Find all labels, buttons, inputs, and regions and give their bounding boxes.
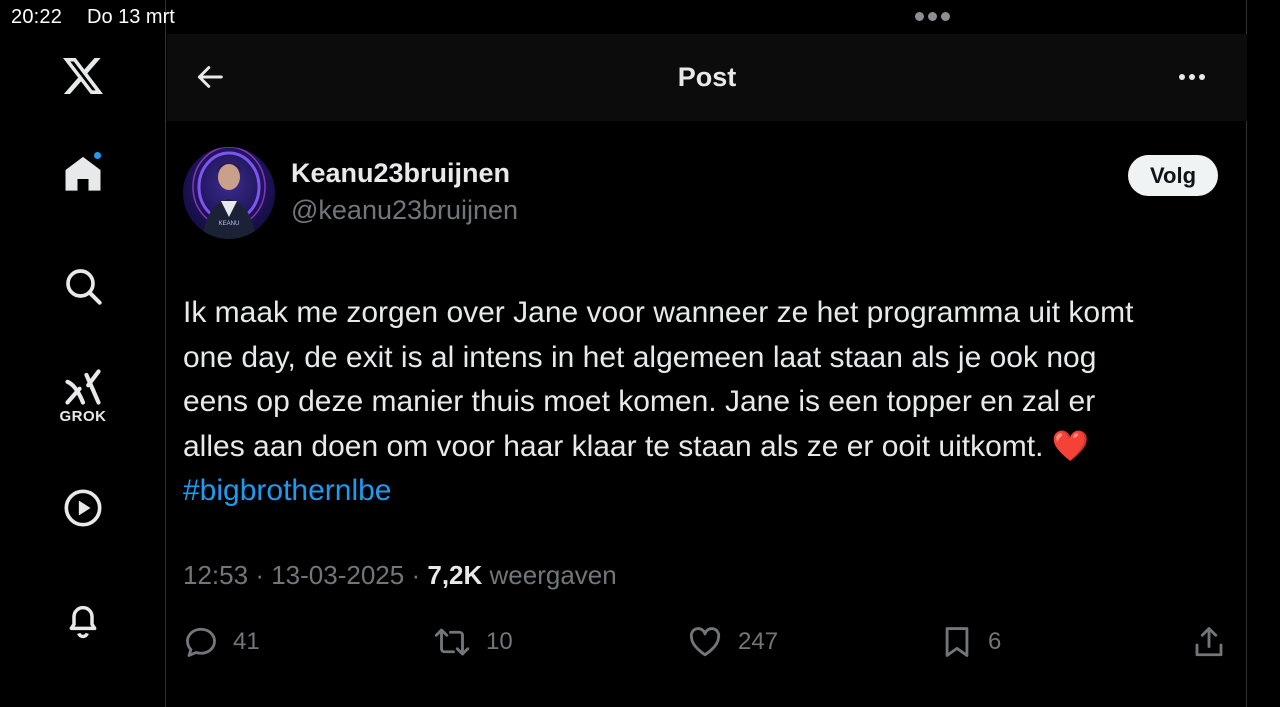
- sidebar-item-notifications[interactable]: [53, 590, 113, 650]
- post-meta: 12:53 · 13-03-2025 · 7,2K weergaven: [183, 560, 617, 591]
- heart-icon: [689, 627, 721, 657]
- page-header: Post: [167, 34, 1247, 121]
- status-time: 20:22: [11, 6, 63, 28]
- user-handle[interactable]: @keanu23bruijnen: [291, 195, 518, 226]
- post-date[interactable]: 13-03-2025: [271, 560, 404, 590]
- post-text-line: one day, de exit is al intens in het alg…: [183, 340, 1097, 374]
- post-text-line-last: alles aan doen om voor haar klaar te sta…: [183, 425, 1233, 470]
- avatar-label: KEANU: [219, 221, 240, 227]
- post-text-line-content: alles aan doen om voor haar klaar te sta…: [183, 429, 1044, 463]
- repost-count: 10: [486, 628, 513, 655]
- meta-separator: ·: [411, 560, 421, 590]
- grok-label: GROK: [59, 407, 107, 425]
- status-bar: 20:22 Do 13 mrt: [0, 0, 1280, 34]
- share-button[interactable]: [1191, 618, 1227, 666]
- sidebar-item-grok[interactable]: GROK: [53, 366, 113, 426]
- hashtag-link[interactable]: #bigbrothernlbe: [183, 469, 1233, 514]
- like-button[interactable]: 247: [686, 618, 778, 666]
- x-logo-icon[interactable]: [53, 46, 113, 106]
- bookmark-icon: [945, 627, 969, 657]
- sidebar-item-video[interactable]: [53, 478, 113, 538]
- heart-emoji: ❤️: [1051, 429, 1090, 463]
- sidebar-item-home[interactable]: [53, 144, 113, 204]
- reply-icon: [186, 627, 216, 657]
- more-options-icon[interactable]: [1170, 56, 1214, 98]
- notification-dot: [92, 150, 103, 161]
- grok-icon: [65, 368, 101, 405]
- multitasking-dots-icon[interactable]: [915, 12, 950, 21]
- avatar[interactable]: KEANU: [183, 147, 275, 239]
- display-name[interactable]: Keanu23bruijnen: [291, 158, 510, 189]
- status-date: Do 13 mrt: [87, 6, 175, 28]
- repost-icon: [434, 628, 470, 656]
- play-icon: [64, 489, 102, 527]
- views-label: weergaven: [489, 560, 617, 590]
- bookmark-button[interactable]: 6: [940, 618, 1001, 666]
- reply-count: 41: [233, 628, 260, 655]
- like-count: 247: [738, 628, 779, 655]
- post-text-line: eens op deze manier thuis moet komen. Ja…: [183, 385, 1096, 418]
- page-title: Post: [677, 62, 737, 92]
- reply-button[interactable]: 41: [183, 618, 260, 666]
- share-icon: [1195, 627, 1223, 657]
- sidebar-item-search[interactable]: [53, 256, 113, 316]
- search-icon: [66, 269, 102, 305]
- follow-button[interactable]: Volg: [1128, 155, 1218, 196]
- bookmark-count: 6: [988, 628, 1002, 655]
- action-bar: 41 10 247 6: [167, 618, 1247, 666]
- post-text-line: Ik maak me zorgen over Jane voor wanneer…: [183, 296, 1134, 329]
- meta-separator: ·: [255, 560, 264, 590]
- main-column: Post KEANU Keanu23bruijnen @keanu23bruij…: [167, 0, 1247, 707]
- bell-icon: [69, 605, 97, 639]
- post-time[interactable]: 12:53: [183, 560, 248, 590]
- views-count: 7,2K: [427, 560, 483, 590]
- post-text: Ik maak me zorgen over Jane voor wanneer…: [183, 291, 1233, 514]
- sidebar: GROK: [0, 0, 166, 707]
- repost-button[interactable]: 10: [432, 618, 513, 666]
